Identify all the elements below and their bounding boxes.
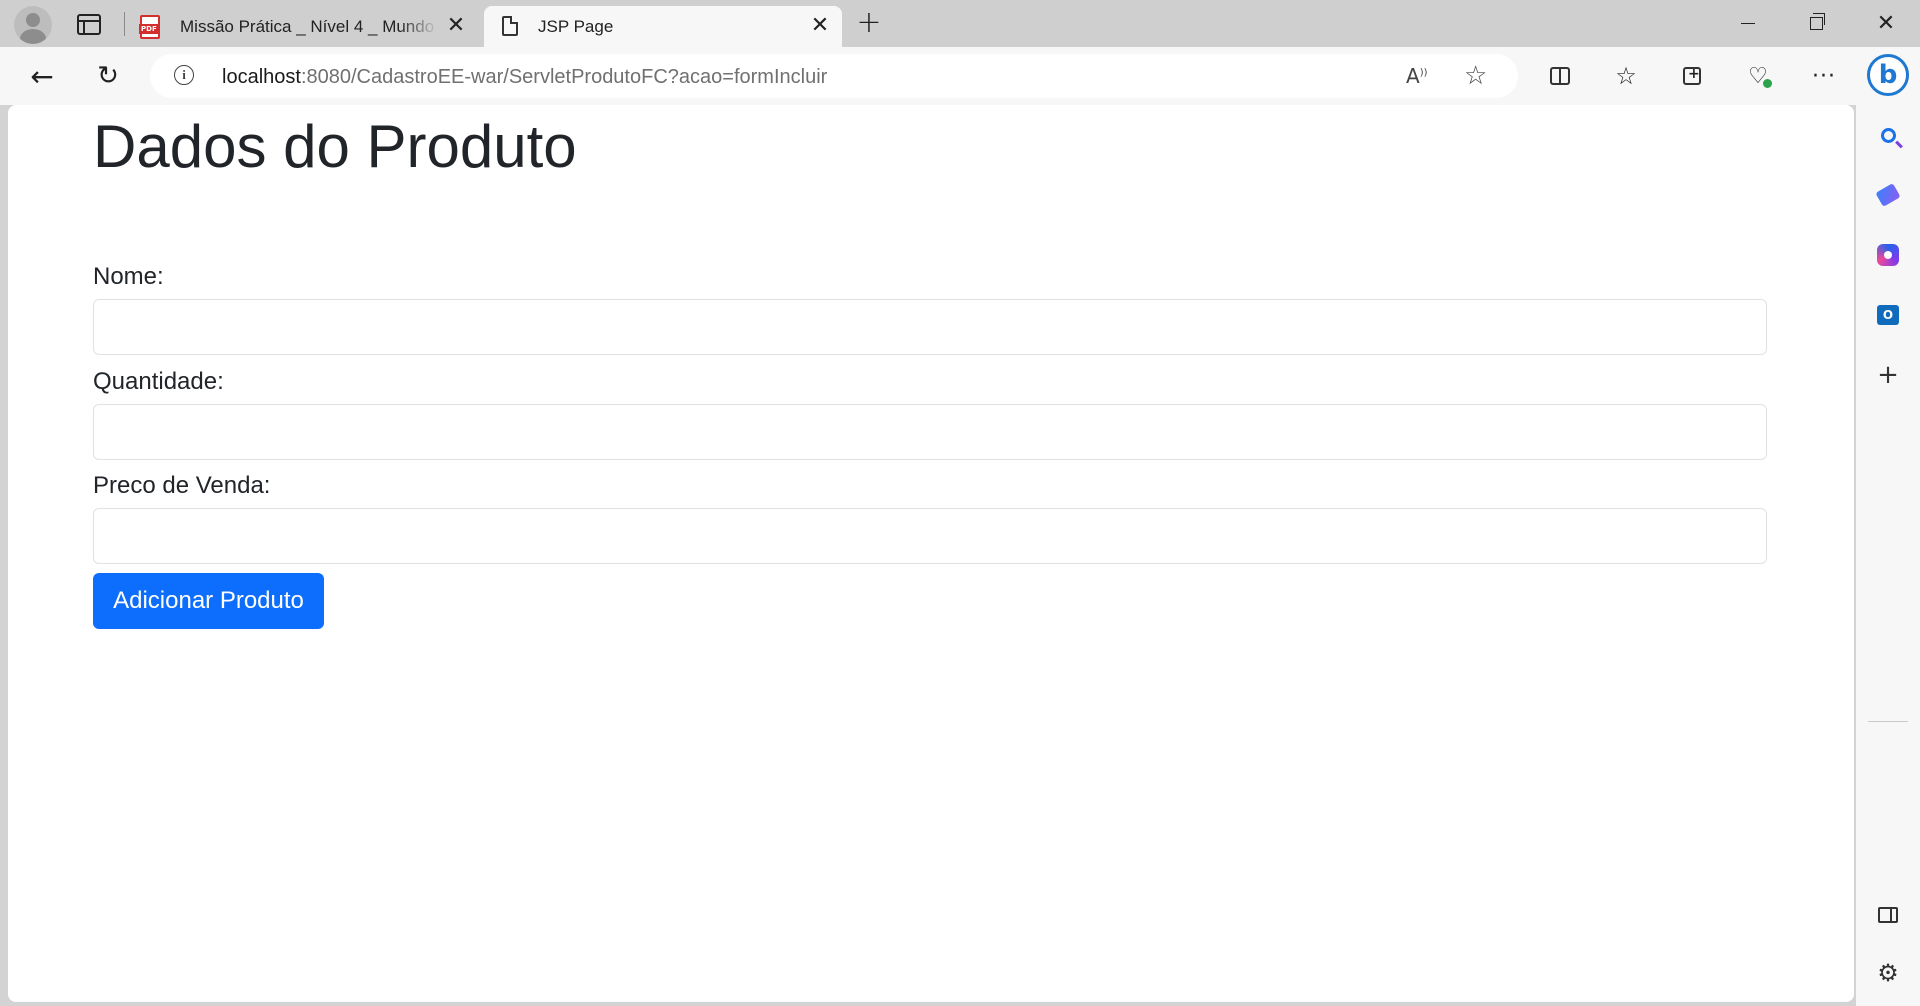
profile-avatar[interactable] <box>14 6 52 44</box>
sidebar-search-icon[interactable] <box>1872 119 1904 151</box>
more-options-icon[interactable]: ··· <box>1804 57 1844 95</box>
edge-sidebar: O + ⚙ <box>1856 105 1920 1006</box>
window-close-icon[interactable]: ✕ <box>1852 0 1920 46</box>
close-tab-icon[interactable]: ✕ <box>444 14 468 38</box>
pdf-icon: PDF <box>139 15 160 39</box>
address-bar[interactable]: i localhost:8080/CadastroEE-war/ServletP… <box>150 54 1518 98</box>
favorite-star-icon[interactable]: ☆ <box>1464 61 1487 91</box>
back-arrow-icon[interactable]: ← <box>22 57 62 95</box>
tab-actions-icon[interactable] <box>74 10 104 38</box>
sidebar-shopping-tag-icon[interactable] <box>1872 179 1904 211</box>
read-aloud-icon[interactable]: A)) <box>1406 64 1428 88</box>
copilot-icon[interactable]: b <box>1866 50 1910 100</box>
page-title: Dados do Produto <box>93 113 577 180</box>
sidebar-hide-panel-icon[interactable] <box>1872 899 1904 931</box>
favorites-icon[interactable]: ☆ <box>1606 57 1646 95</box>
avatar-body <box>20 29 46 44</box>
nome-label: Nome: <box>93 263 164 290</box>
sidebar-m365-icon[interactable] <box>1872 239 1904 271</box>
avatar-head <box>26 13 40 27</box>
close-tab-icon[interactable]: ✕ <box>808 14 832 38</box>
preco-venda-label: Preco de Venda: <box>93 472 271 499</box>
minimize-icon[interactable] <box>1714 0 1782 46</box>
refresh-icon[interactable]: ↻ <box>88 57 128 95</box>
sidebar-outlook-icon[interactable]: O <box>1872 299 1904 331</box>
collections-icon[interactable] <box>1672 57 1712 95</box>
tab-strip: PDF Missão Prática _ Nível 4 _ Mundo 3 ✕… <box>0 0 1920 47</box>
url-host: localhost <box>222 66 301 88</box>
url-path: :8080/CadastroEE-war/ServletProdutoFC?ac… <box>300 66 828 88</box>
site-info-icon[interactable]: i <box>174 65 194 85</box>
tab-title: JSP Page <box>538 17 614 36</box>
tab-separator <box>124 12 125 36</box>
quantidade-input[interactable] <box>93 404 1767 460</box>
url-text[interactable]: localhost:8080/CadastroEE-war/ServletPro… <box>222 66 827 89</box>
tab-title: Missão Prática _ Nível 4 _ Mundo 3 <box>180 17 438 36</box>
nome-input[interactable] <box>93 299 1767 355</box>
sidebar-divider <box>1868 721 1908 722</box>
quantidade-label: Quantidade: <box>93 368 224 395</box>
browser-essentials-icon[interactable]: ♡ <box>1738 57 1778 95</box>
page-content: Dados do Produto Nome: Quantidade: Preco… <box>8 105 1854 1002</box>
browser-toolbar: ← ↻ i localhost:8080/CadastroEE-war/Serv… <box>0 47 1920 105</box>
split-screen-icon[interactable] <box>1540 57 1580 95</box>
new-tab-button[interactable]: + <box>852 8 886 40</box>
tab-jsp-page[interactable]: JSP Page ✕ <box>484 6 842 47</box>
preco-venda-input[interactable] <box>93 508 1767 564</box>
tab-missao-pratica[interactable]: PDF Missão Prática _ Nível 4 _ Mundo 3 ✕ <box>128 6 478 47</box>
page-icon <box>502 16 518 36</box>
sidebar-add-icon[interactable]: + <box>1872 359 1904 391</box>
sidebar-settings-gear-icon[interactable]: ⚙ <box>1872 957 1904 989</box>
adicionar-produto-button[interactable]: Adicionar Produto <box>93 573 324 629</box>
restore-icon[interactable] <box>1782 0 1850 46</box>
